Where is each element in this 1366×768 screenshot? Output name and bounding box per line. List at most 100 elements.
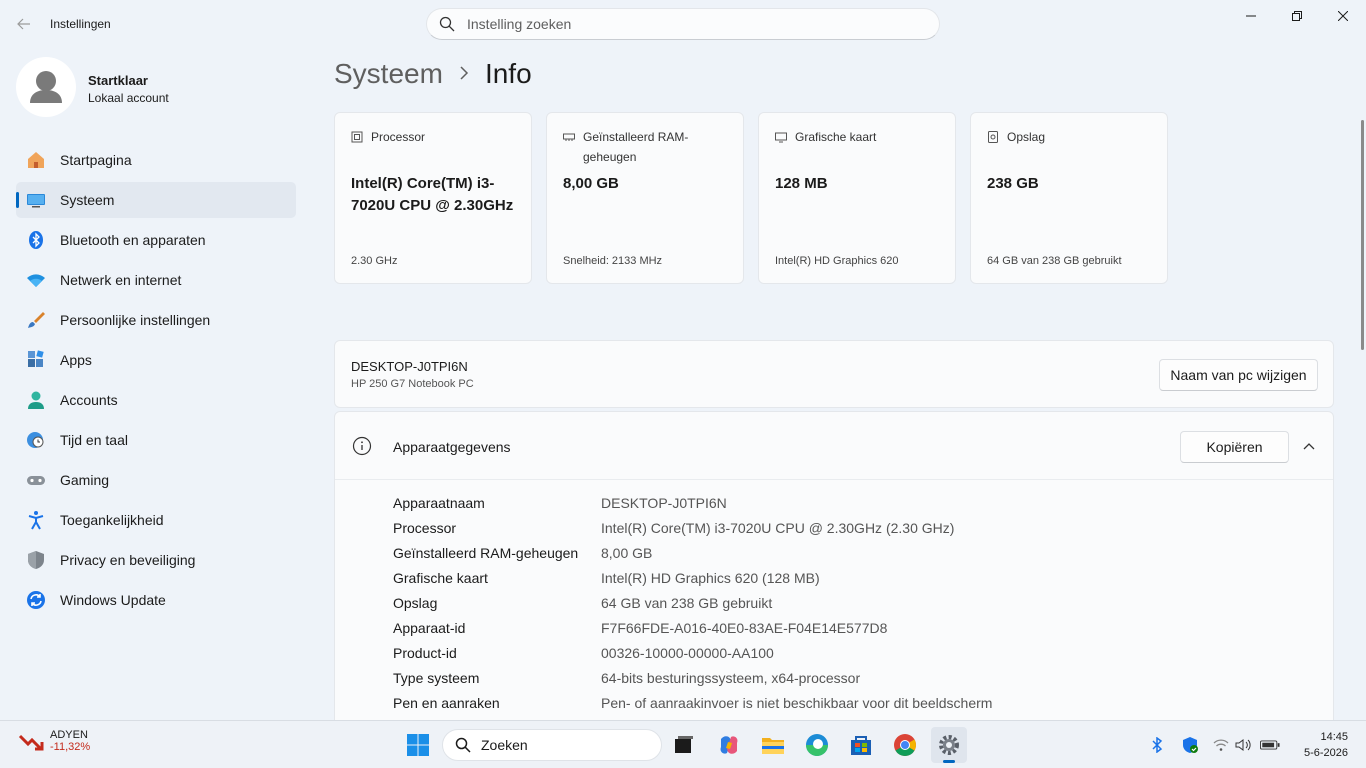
folder-icon [762,738,784,754]
section-header[interactable]: Apparaatgegevens Kopiëren [335,412,1333,480]
chrome-button[interactable] [887,727,923,763]
scrollbar[interactable] [1361,120,1364,350]
spec-row: Pen en aanraken Pen- of aanraakinvoer is … [393,690,992,715]
rename-pc-button[interactable]: Naam van pc wijzigen [1159,359,1318,391]
card-value: 128 MB [775,175,828,192]
store-button[interactable] [843,727,879,763]
spec-value: Intel(R) Core(TM) i3-7020U CPU @ 2.30GHz… [601,519,955,536]
spec-row: Apparaatnaam DESKTOP-J0TPI6N [393,490,992,515]
spec-key: Pen en aanraken [393,694,500,711]
sidebar-item-tijd-taal[interactable]: Tijd en taal [16,422,296,458]
stock-change: -11,32% [50,741,91,753]
close-button[interactable] [1320,0,1366,32]
device-model: HP 250 G7 Notebook PC [351,378,474,390]
card-subtitle: 64 GB van 238 GB gebruikt [987,255,1122,267]
minimize-button[interactable] [1228,0,1274,32]
start-button[interactable] [400,727,436,763]
spec-key: Product-id [393,644,457,661]
device-name: DESKTOP-J0TPI6N [351,359,468,374]
spec-key: Opslag [393,594,438,611]
card-subtitle: 2.30 GHz [351,255,398,267]
wifi-icon [24,268,48,292]
search-icon [455,737,471,753]
clock-date: 5-6-2026 [1303,747,1348,759]
accounts-icon [24,388,48,412]
edge-button[interactable] [799,727,835,763]
ram-icon [563,133,575,141]
card-title: Geïnstalleerd RAM-geheugen [583,130,689,164]
sidebar-item-apps[interactable]: Apps [16,342,296,378]
sidebar-item-systeem[interactable]: Systeem [16,182,296,218]
security-tray-icon[interactable] [1180,735,1200,755]
gpu-card: Grafische kaart 128 MB Intel(R) HD Graph… [758,112,956,284]
maximize-button[interactable] [1274,0,1320,32]
taskbar-search[interactable]: Zoeken [442,729,662,761]
close-icon [1338,11,1348,21]
ram-card: Geïnstalleerd RAM-geheugen 8,00 GB Snelh… [546,112,744,284]
sidebar-item-label: Tijd en taal [60,432,128,448]
sidebar-item-privacy[interactable]: Privacy en beveiliging [16,542,296,578]
sidebar-item-startpagina[interactable]: Startpagina [16,142,296,178]
sidebar-item-netwerk[interactable]: Netwerk en internet [16,262,296,298]
taskbar-clock[interactable]: 14:45 5-6-2026 [1296,729,1348,761]
settings-app-button[interactable] [931,727,967,763]
system-icon [24,188,48,212]
taskbar-search-placeholder: Zoeken [481,737,528,753]
windows-logo-icon [407,734,429,756]
sidebar-item-label: Persoonlijke instellingen [60,312,211,328]
spec-key: Processor [393,519,457,536]
stock-widget[interactable]: ADYEN -11,32% [18,729,90,753]
breadcrumb-parent[interactable]: Systeem [334,58,443,90]
sidebar-item-label: Systeem [60,192,115,208]
device-name-card: DESKTOP-J0TPI6N HP 250 G7 Notebook PC Na… [334,340,1334,408]
info-icon [352,436,372,456]
copilot-icon [720,736,738,754]
spec-value: 00326-10000-00000-AA100 [601,644,774,661]
sidebar-item-label: Bluetooth en apparaten [60,232,206,248]
stock-name: ADYEN [50,729,88,741]
storage-card: Opslag 238 GB 64 GB van 238 GB gebruikt [970,112,1168,284]
volume-tray-icon[interactable] [1233,735,1253,755]
card-title: Processor [371,130,426,144]
spec-value: 64 GB van 238 GB gebruikt [601,594,773,611]
file-explorer-button[interactable] [755,727,791,763]
sidebar-item-label: Gaming [60,472,110,488]
accessibility-icon [24,508,48,532]
store-icon [851,736,871,755]
bluetooth-tray-icon[interactable] [1147,735,1167,755]
bluetooth-icon [24,228,48,252]
spec-rows: Apparaatnaam DESKTOP-J0TPI6N Processor Int… [393,490,992,715]
sidebar-item-gaming[interactable]: Gaming [16,462,296,498]
storage-icon [988,131,998,143]
card-subtitle: Snelheid: 2133 MHz [563,255,663,267]
copilot-button[interactable] [711,727,747,763]
sidebar-nav: Startpagina Systeem Bluetooth en apparat… [16,142,296,622]
sidebar-item-persoonlijk[interactable]: Persoonlijke instellingen [16,302,296,338]
avatar [16,57,76,117]
account-type: Lokaal account [88,91,169,105]
copy-button[interactable]: Kopiëren [1180,431,1289,463]
brush-icon [24,308,48,332]
chevron-up-icon[interactable] [1301,438,1317,454]
title-bar: Instellingen Instelling zoeken [0,0,1366,48]
card-subtitle: Intel(R) HD Graphics 620 [775,255,899,267]
processor-card: Processor Intel(R) Core(TM) i3-7020U CPU… [334,112,532,284]
sidebar-item-label: Toegankelijkheid [60,512,164,528]
back-button[interactable] [12,12,36,36]
wifi-tray-icon[interactable] [1211,735,1231,755]
spec-key: Geïnstalleerd RAM-geheugen [393,544,579,561]
sidebar-item-windows-update[interactable]: Windows Update [16,582,296,618]
task-view-button[interactable] [666,727,702,763]
sidebar-item-bluetooth[interactable]: Bluetooth en apparaten [16,222,296,258]
battery-tray-icon[interactable] [1260,735,1280,755]
user-profile[interactable]: Startklaar Lokaal account [16,57,296,117]
sidebar-item-label: Startpagina [60,152,132,168]
spec-value: Pen- of aanraakinvoer is niet beschikbaa… [601,694,993,711]
settings-search-input[interactable]: Instelling zoeken [426,8,940,40]
card-title: Grafische kaart [795,130,877,144]
sidebar-item-accounts[interactable]: Accounts [16,382,296,418]
cpu-icon [351,131,363,143]
sidebar-item-toegankelijkheid[interactable]: Toegankelijkheid [16,502,296,538]
stock-down-icon [18,734,44,751]
chevron-right-icon [459,64,469,85]
